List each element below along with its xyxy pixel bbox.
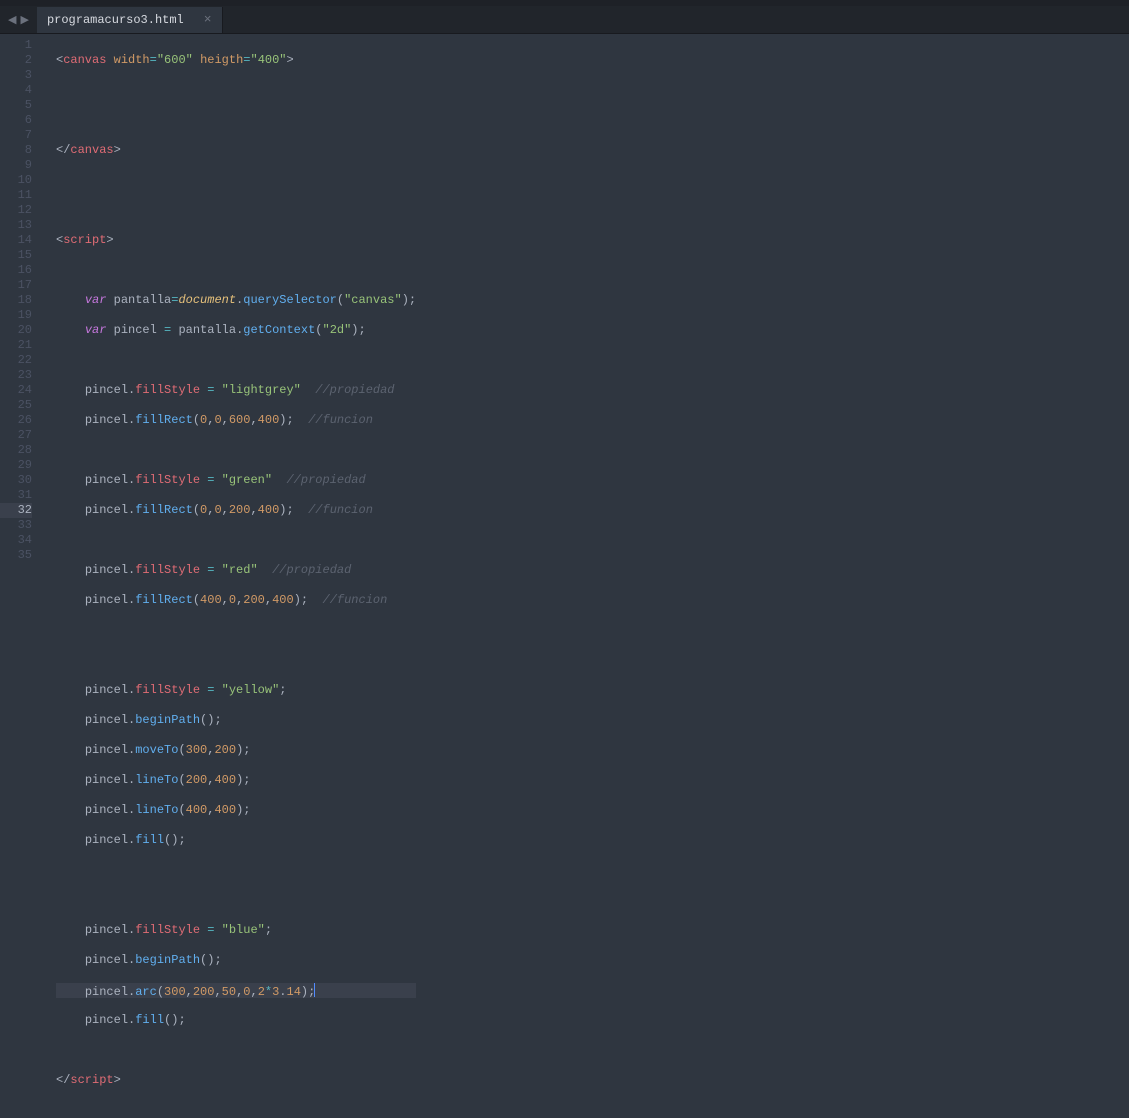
- nav-arrows: ◀ ▶: [0, 13, 37, 27]
- line-number[interactable]: 34: [0, 533, 32, 548]
- text-cursor: [314, 983, 315, 997]
- line-number[interactable]: 6: [0, 113, 32, 128]
- line-number[interactable]: 22: [0, 353, 32, 368]
- line-number[interactable]: 35: [0, 548, 32, 563]
- line-number[interactable]: 16: [0, 263, 32, 278]
- line-number[interactable]: 11: [0, 188, 32, 203]
- tag-canvas-open: canvas: [63, 53, 106, 67]
- line-number[interactable]: 1: [0, 38, 32, 53]
- code-content[interactable]: <canvas width="600" heigth="400"> </canv…: [52, 34, 416, 639]
- fold-column: [42, 34, 52, 639]
- line-number[interactable]: 24: [0, 383, 32, 398]
- line-number[interactable]: 21: [0, 338, 32, 353]
- tab-filename: programacurso3.html: [47, 13, 184, 27]
- line-number[interactable]: 27: [0, 428, 32, 443]
- tag-canvas-close: canvas: [70, 143, 113, 157]
- line-number[interactable]: 26: [0, 413, 32, 428]
- line-number[interactable]: 9: [0, 158, 32, 173]
- line-number[interactable]: 28: [0, 443, 32, 458]
- tab-close-icon[interactable]: ×: [204, 13, 212, 26]
- line-number[interactable]: 8: [0, 143, 32, 158]
- line-number[interactable]: 15: [0, 248, 32, 263]
- line-number[interactable]: 33: [0, 518, 32, 533]
- line-number[interactable]: 17: [0, 278, 32, 293]
- tag-script-close: script: [70, 1073, 113, 1087]
- active-line: pincel.arc(300,200,50,0,2*3.14);: [56, 983, 416, 998]
- line-number[interactable]: 20: [0, 323, 32, 338]
- line-number[interactable]: 4: [0, 83, 32, 98]
- nav-back-icon[interactable]: ◀: [8, 13, 16, 27]
- line-number[interactable]: 25: [0, 398, 32, 413]
- nav-forward-icon[interactable]: ▶: [20, 13, 28, 27]
- editor-area[interactable]: 1234567891011121314151617181920212223242…: [0, 34, 1129, 639]
- line-number[interactable]: 14: [0, 233, 32, 248]
- line-number[interactable]: 23: [0, 368, 32, 383]
- line-number[interactable]: 12: [0, 203, 32, 218]
- line-number[interactable]: 7: [0, 128, 32, 143]
- tab-active[interactable]: programacurso3.html ×: [37, 7, 223, 33]
- line-number[interactable]: 10: [0, 173, 32, 188]
- line-number[interactable]: 32: [0, 503, 32, 518]
- line-number[interactable]: 3: [0, 68, 32, 83]
- line-number[interactable]: 5: [0, 98, 32, 113]
- line-number[interactable]: 13: [0, 218, 32, 233]
- tag-script-open: script: [63, 233, 106, 247]
- line-number[interactable]: 19: [0, 308, 32, 323]
- tab-bar: ◀ ▶ programacurso3.html ×: [0, 6, 1129, 34]
- line-number[interactable]: 18: [0, 293, 32, 308]
- line-number[interactable]: 29: [0, 458, 32, 473]
- line-number[interactable]: 30: [0, 473, 32, 488]
- line-number[interactable]: 2: [0, 53, 32, 68]
- line-number[interactable]: 31: [0, 488, 32, 503]
- line-number-gutter: 1234567891011121314151617181920212223242…: [0, 34, 42, 639]
